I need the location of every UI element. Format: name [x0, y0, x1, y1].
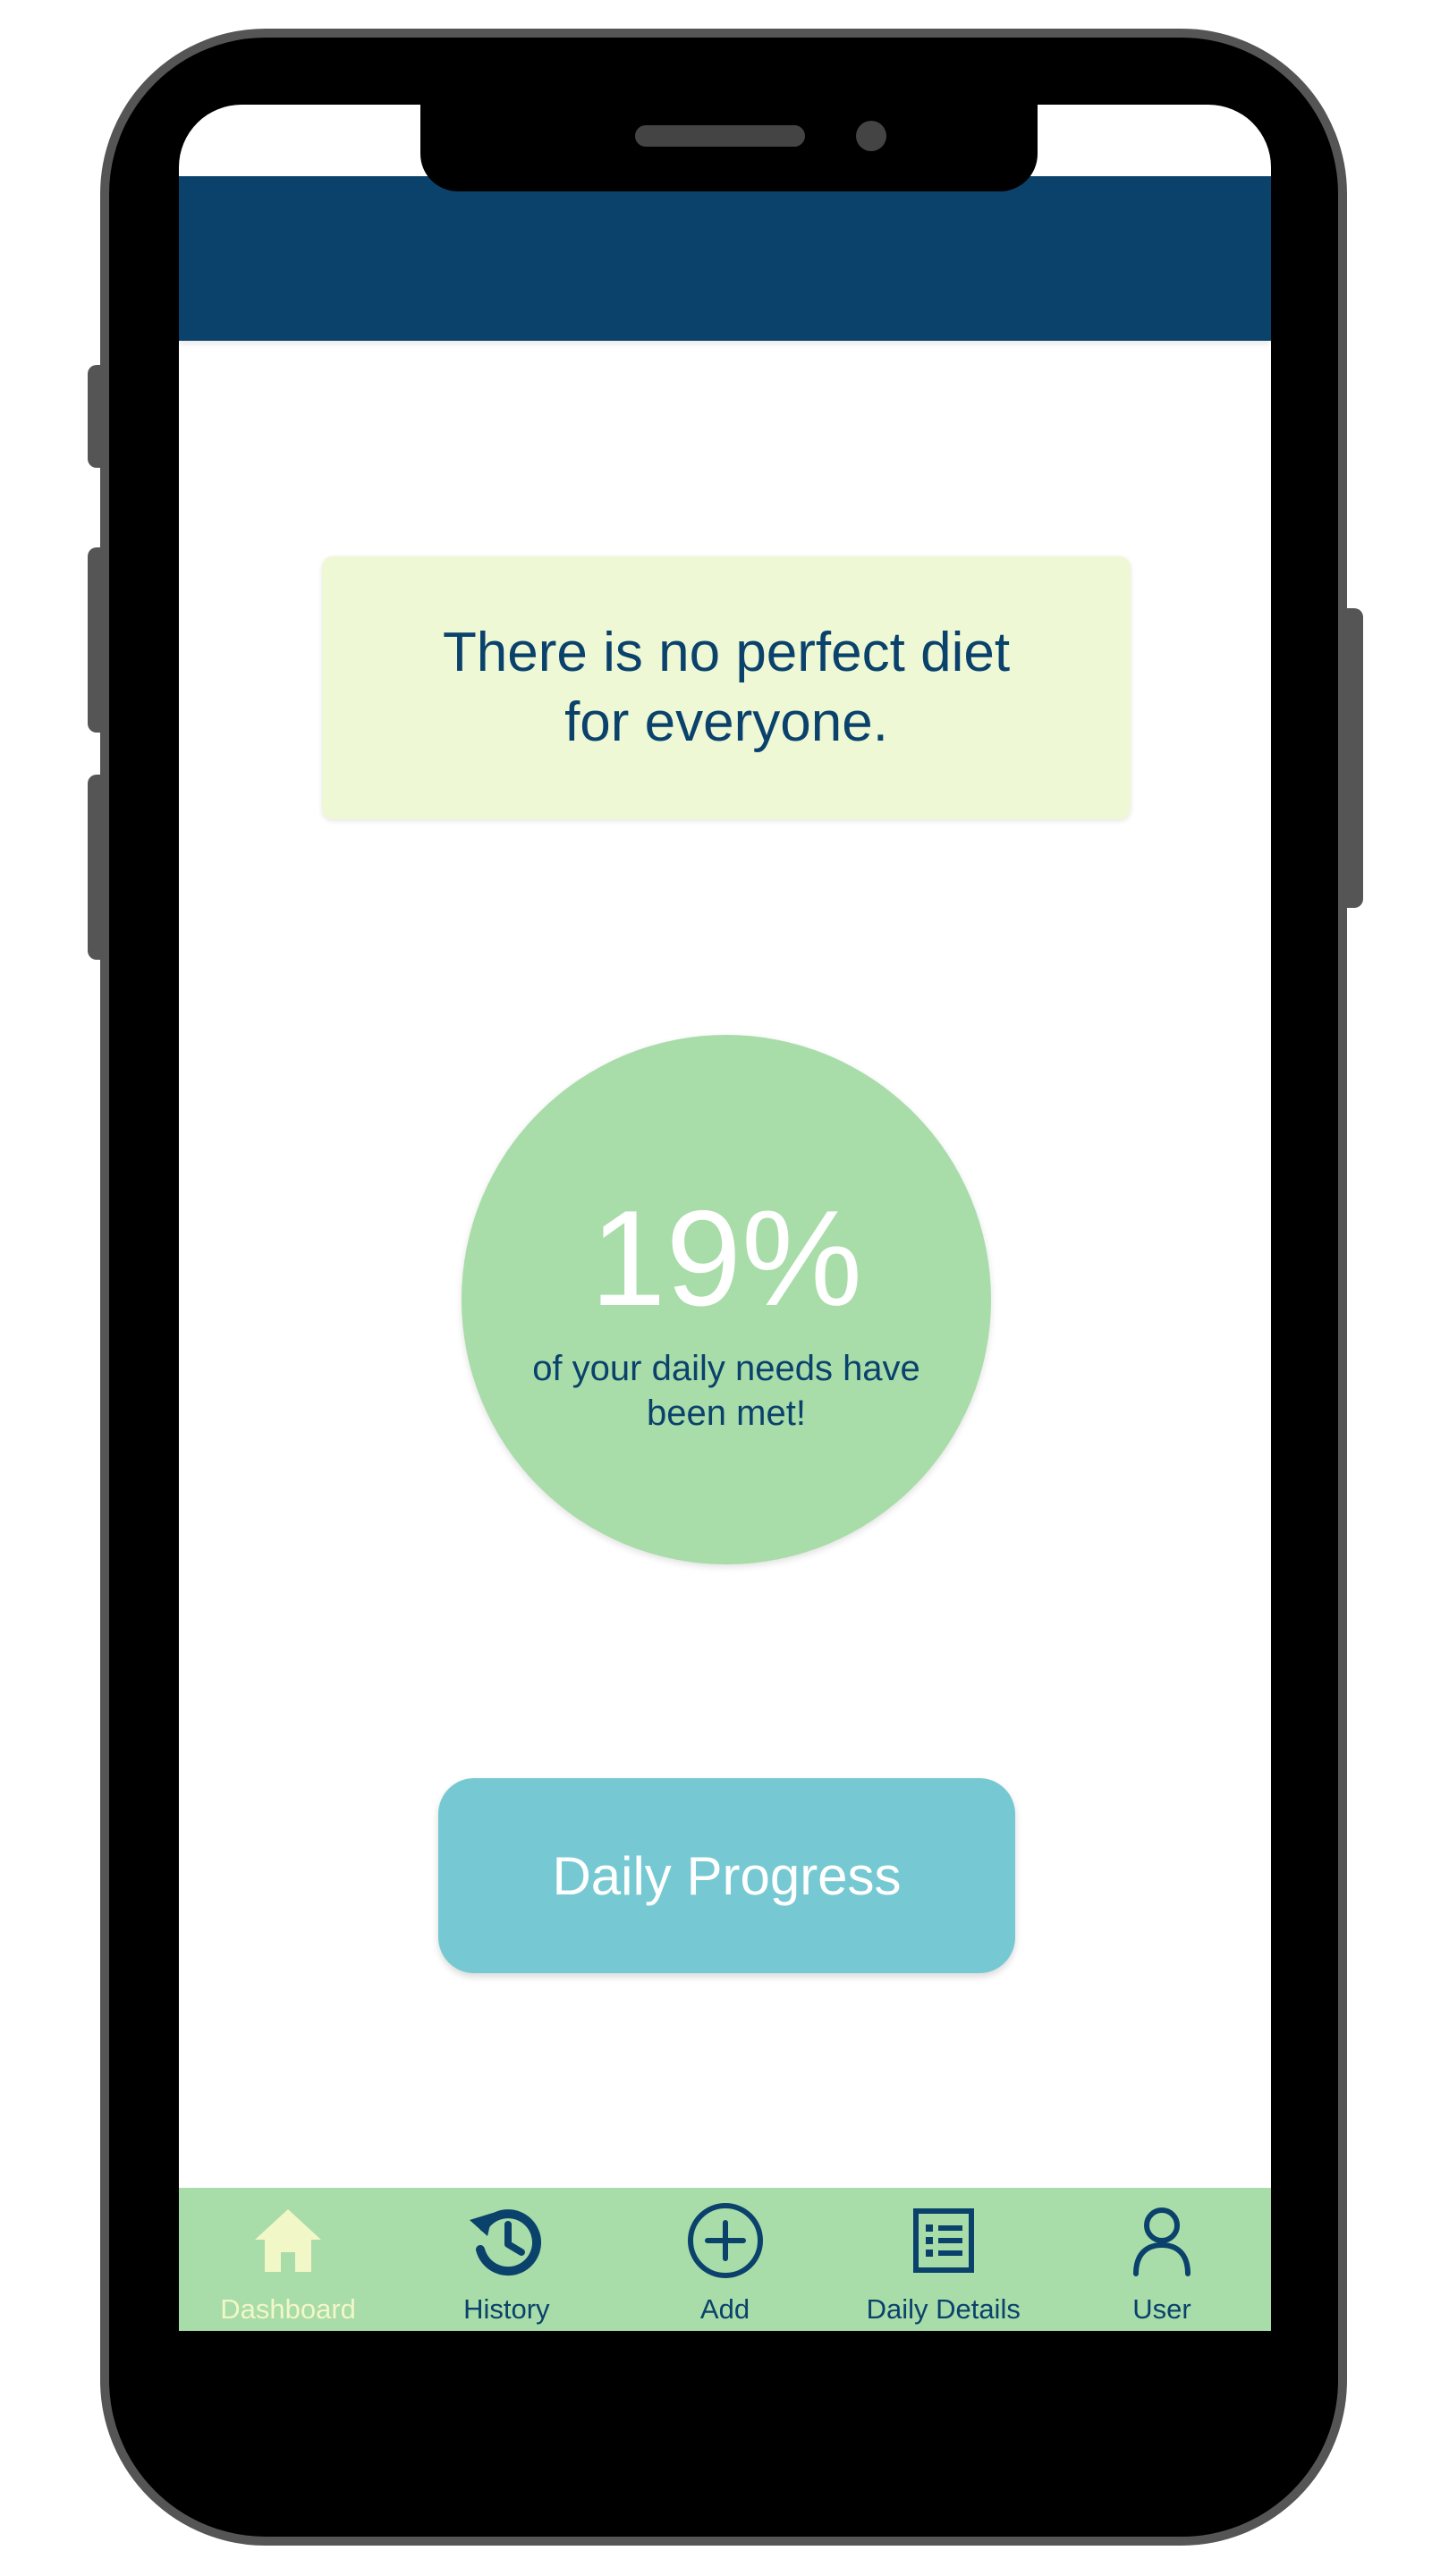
volume-up-button: [88, 547, 104, 733]
user-icon: [1122, 2200, 1202, 2281]
app-screen: There is no perfect diet for everyone. 1…: [179, 105, 1271, 2331]
nav-item-dashboard[interactable]: Dashboard: [179, 2188, 397, 2331]
nav-label-history: History: [463, 2293, 550, 2325]
add-circle-icon: [685, 2200, 766, 2281]
quote-text: There is no perfect diet for everyone.: [442, 622, 1011, 753]
nav-label-dashboard: Dashboard: [220, 2293, 356, 2325]
nav-item-add[interactable]: Add: [615, 2188, 834, 2331]
nav-item-user[interactable]: User: [1053, 2188, 1271, 2331]
mute-switch: [88, 365, 104, 468]
list-icon: [903, 2200, 984, 2281]
nav-item-history[interactable]: History: [397, 2188, 615, 2331]
daily-progress-circle: 19% of your daily needs have been met!: [462, 1035, 991, 1564]
quote-card: There is no perfect diet for everyone.: [322, 556, 1131, 819]
history-icon: [466, 2200, 547, 2281]
power-button: [1347, 608, 1363, 908]
nav-label-daily-details: Daily Details: [866, 2293, 1021, 2325]
nav-label-user: User: [1132, 2293, 1191, 2325]
front-camera: [856, 121, 886, 151]
app-header-bar: [179, 176, 1271, 341]
nav-item-daily-details[interactable]: Daily Details: [835, 2188, 1053, 2331]
progress-caption: of your daily needs have been met!: [532, 1349, 920, 1433]
daily-progress-button[interactable]: Daily Progress: [438, 1778, 1015, 1973]
volume-down-button: [88, 775, 104, 960]
speaker-grille: [635, 125, 805, 147]
progress-percentage: 19%: [589, 1182, 863, 1335]
bottom-nav: Dashboard History Add Daily Details User: [179, 2188, 1271, 2331]
nav-label-add: Add: [699, 2293, 750, 2325]
home-icon: [248, 2200, 328, 2281]
